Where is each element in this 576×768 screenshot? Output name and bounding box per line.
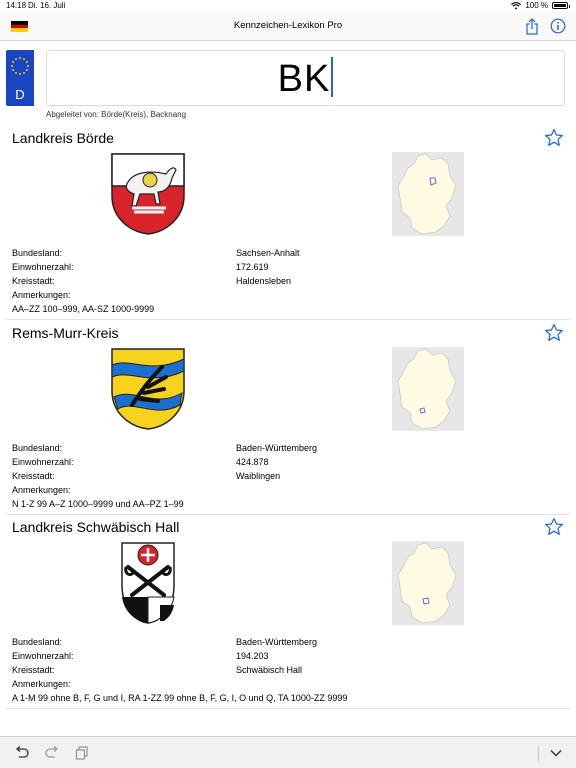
country-code: D — [15, 87, 25, 102]
district-entry: Rems-Murr-Kreis Bundesland: Baden-Württem… — [6, 323, 570, 515]
undo-icon[interactable] — [14, 745, 30, 761]
eu-star — [27, 65, 29, 67]
state-label: Bundesland: — [12, 443, 63, 453]
eu-stars-icon — [11, 57, 29, 75]
germany-map-rems-murr — [392, 347, 464, 431]
population-value: 424.878 — [236, 457, 269, 467]
redo-icon[interactable] — [44, 745, 60, 761]
navigation-bar: Kennzeichen-Lexikon Pro — [0, 12, 576, 41]
germany-map-boerde — [392, 152, 464, 236]
plate-text: BK — [277, 58, 331, 100]
eu-star — [15, 71, 17, 74]
status-bar: 14:18 Di. 16. Juli 100 % — [0, 0, 576, 12]
page-title: Kennzeichen-Lexikon Pro — [233, 20, 343, 31]
paste-icon[interactable] — [74, 745, 90, 761]
license-plate: D BK — [6, 50, 565, 106]
battery-percent: 100 % — [525, 1, 548, 10]
eu-band: D — [6, 50, 34, 106]
keyboard-toolbar — [0, 736, 576, 768]
district-entry: Landkreis Börde Bundesland: Sachsen-Anhal… — [6, 128, 570, 320]
text-cursor — [331, 57, 334, 97]
district-title: Landkreis Börde — [12, 130, 114, 146]
state-label: Bundesland: — [12, 248, 63, 258]
district-info: Bundesland: Baden-Württemberg Einwohnerza… — [12, 441, 562, 511]
district-title: Rems-Murr-Kreis — [12, 325, 119, 341]
notes-value: A 1-M 99 ohne B, F, G und I, RA 1-ZZ 99 … — [12, 693, 348, 703]
seat-label: Kreisstadt: — [12, 665, 55, 675]
state-value: Sachsen-Anhalt — [236, 248, 300, 258]
district-title: Landkreis Schwäbisch Hall — [12, 519, 180, 535]
star-outline-icon[interactable] — [544, 517, 564, 537]
population-value: 172.619 — [236, 262, 269, 272]
status-date: Di. 16. Juli — [28, 1, 66, 10]
population-label: Einwohnerzahl: — [12, 457, 74, 467]
eu-star — [25, 69, 28, 71]
germany-map-schwaebisch-hall — [392, 541, 464, 625]
toolbar-separator — [538, 745, 539, 761]
coat-of-arms-rems-murr — [111, 348, 185, 430]
derived-from-text: Abgeleitet von: Börde(Kreis), Backnang — [46, 110, 187, 119]
seat-value: Waiblingen — [236, 471, 281, 481]
eu-star — [25, 61, 28, 63]
info-icon[interactable] — [550, 17, 566, 35]
seat-value: Schwäbisch Hall — [236, 665, 303, 675]
eu-star — [12, 61, 15, 63]
district-info: Bundesland: Baden-Württemberg Einwohnerza… — [12, 635, 562, 705]
seat-label: Kreisstadt: — [12, 471, 55, 481]
state-label: Bundesland: — [12, 637, 63, 647]
notes-value: N 1-Z 99 A–Z 1000–9999 und AA–PZ 1–99 — [12, 499, 184, 509]
state-value: Baden-Württemberg — [236, 443, 318, 453]
seat-value: Haldensleben — [236, 276, 292, 286]
status-right: 100 % — [511, 1, 570, 10]
state-value: Baden-Württemberg — [236, 637, 318, 647]
status-time: 14:18 — [6, 1, 27, 10]
eu-star — [12, 69, 15, 71]
coat-of-arms-schwaebisch-hall — [121, 542, 175, 624]
notes-value: AA–ZZ 100–999, AA-SZ 1000-9999 — [12, 304, 155, 314]
population-label: Einwohnerzahl: — [12, 262, 74, 272]
district-entry: Landkreis Schwäbisch Hall Bundesland: Bad… — [6, 517, 570, 709]
eu-star — [23, 71, 25, 74]
eu-star — [19, 73, 21, 75]
eu-star — [11, 65, 13, 67]
share-icon[interactable] — [524, 17, 540, 35]
plate-input[interactable]: BK — [46, 50, 565, 106]
chevron-down-icon[interactable] — [548, 745, 564, 761]
notes-label: Anmerkungen: — [12, 485, 71, 495]
wifi-icon — [511, 1, 522, 9]
population-value: 194.203 — [236, 651, 269, 661]
notes-label: Anmerkungen: — [12, 679, 71, 689]
district-info: Bundesland: Sachsen-Anhalt Einwohnerzahl:… — [12, 246, 562, 316]
seat-label: Kreisstadt: — [12, 276, 55, 286]
eu-star — [15, 58, 17, 61]
population-label: Einwohnerzahl: — [12, 651, 74, 661]
battery-icon — [552, 2, 570, 9]
star-outline-icon[interactable] — [544, 323, 564, 343]
coat-of-arms-boerde — [111, 153, 185, 235]
star-outline-icon[interactable] — [544, 128, 564, 148]
notes-label: Anmerkungen: — [12, 290, 71, 300]
eu-star — [19, 57, 21, 59]
eu-star — [23, 58, 25, 61]
